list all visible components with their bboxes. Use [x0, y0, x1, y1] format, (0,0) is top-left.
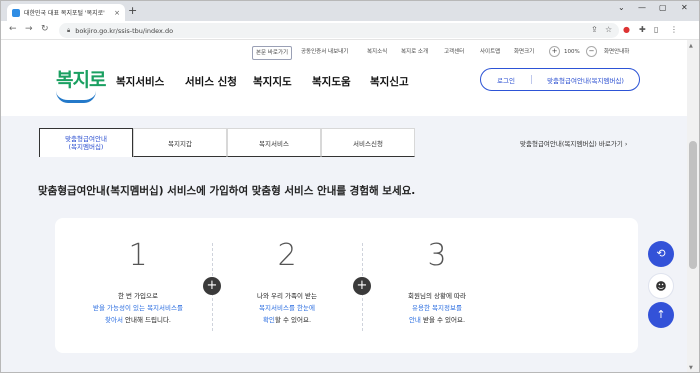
- lock-icon: 🔒︎: [67, 26, 71, 34]
- step-number: 3: [427, 238, 447, 273]
- step-text-highlight: 받을 가능성이 있는 복지서비스를: [93, 304, 183, 312]
- address-bar[interactable]: 🔒︎ bokjiro.go.kr/ssis-tbu/index.do: [59, 23, 619, 38]
- plus-icon: +: [353, 277, 371, 295]
- tab-membership[interactable]: 맞춤형급여안내 (복지멤버십): [39, 128, 133, 157]
- step-text-highlight: 유용한 복지정보를: [412, 304, 462, 312]
- url-text: bokjiro.go.kr/ssis-tbu/index.do: [75, 26, 174, 35]
- step-text: 확인할 수 있어요.: [207, 315, 367, 326]
- minimize-button[interactable]: —: [638, 3, 646, 12]
- skip-to-content-link[interactable]: 본문 바로가기: [252, 46, 293, 60]
- browser-tab[interactable]: 대한민국 대표 복지포털 '복지로' ×: [7, 4, 125, 21]
- logo-smile-mark: [56, 91, 96, 103]
- sitemap-link[interactable]: 사이트맵: [480, 46, 500, 58]
- plus-icon: +: [203, 277, 221, 295]
- new-tab-button[interactable]: +: [128, 4, 137, 18]
- screen-size-label: 화면크기: [514, 49, 535, 55]
- scroll-down-arrow-icon[interactable]: ▼: [689, 365, 693, 371]
- scroll-up-arrow-icon[interactable]: ▲: [689, 43, 693, 49]
- tab-service-apply[interactable]: 서비스신청: [321, 128, 415, 157]
- extension-icon[interactable]: ●: [623, 25, 630, 34]
- gnb-welfare-map[interactable]: 복지지도: [253, 74, 292, 89]
- reload-icon[interactable]: ↻: [41, 24, 49, 34]
- maximize-button[interactable]: ▢: [659, 3, 667, 12]
- about-link[interactable]: 복지로 소개: [401, 46, 428, 58]
- gnb-welfare-service[interactable]: 복지서비스: [116, 74, 164, 89]
- tab-strip: 대한민국 대표 복지포털 '복지로' × + ⌄ — ▢ ✕: [1, 1, 699, 21]
- membership-shortcut-link[interactable]: 맞춤형급여안내(복지멤버십) 바로가기 ›: [520, 138, 627, 148]
- tab-welfare-service[interactable]: 복지서비스: [227, 128, 321, 157]
- sidepanel-icon[interactable]: ▯: [654, 25, 658, 34]
- tab-search-icon[interactable]: ⌄: [618, 3, 625, 12]
- gnb-service-apply[interactable]: 서비스 신청: [185, 74, 237, 89]
- scroll-top-button[interactable]: ↑: [648, 302, 674, 328]
- login-button[interactable]: 로그인: [481, 75, 531, 85]
- forward-arrow-icon[interactable]: →: [25, 24, 33, 34]
- tab-membership-line1: 맞춤형급여안내: [65, 135, 107, 143]
- browser-window: 대한민국 대표 복지포털 '복지로' × + ⌄ — ▢ ✕ ← → ↻ 🔒︎ …: [0, 0, 700, 373]
- gnb-welfare-report[interactable]: 복지신고: [370, 74, 409, 89]
- share-icon[interactable]: ⇪: [591, 25, 598, 34]
- zoom-reset-link[interactable]: 화면안내하: [604, 46, 629, 58]
- zoom-level: 100%: [564, 49, 580, 55]
- step-text-highlight: 안내: [408, 316, 421, 324]
- mascot-icon: ☻: [655, 280, 667, 293]
- step-text-highlight: 확인: [262, 316, 275, 324]
- zoom-in-button[interactable]: +: [549, 46, 560, 57]
- back-arrow-icon[interactable]: ←: [9, 24, 17, 34]
- membership-button[interactable]: 맞춤형급여안내(복지멤버십): [532, 75, 639, 85]
- menu-dots-icon[interactable]: ⋮: [670, 25, 678, 34]
- puzzle-icon[interactable]: ✚: [639, 25, 646, 34]
- site-favicon-icon: [12, 8, 20, 17]
- step-text: 한 번 가입으로: [117, 292, 158, 300]
- site-logo[interactable]: 복지로: [56, 65, 106, 92]
- zoom-out-button[interactable]: −: [586, 46, 597, 57]
- gnb-welfare-help[interactable]: 복지도움: [312, 74, 351, 89]
- history-icon: ⟲: [656, 247, 666, 260]
- tab-close-icon[interactable]: ×: [114, 9, 120, 17]
- history-button[interactable]: ⟲: [648, 241, 674, 267]
- step-text-rest: 할 수 있어요.: [274, 316, 312, 324]
- step-text: 나와 우리 가족이 받는: [256, 292, 318, 300]
- close-window-button[interactable]: ✕: [681, 3, 688, 12]
- step-text-highlight: 복지서비스를 한눈에: [259, 304, 315, 312]
- step-text-rest: 안내해 드립니다.: [122, 316, 171, 324]
- tab-membership-line2: (복지멤버십): [68, 143, 104, 151]
- member-box: 로그인 맞춤형급여안내(복지멤버십): [480, 68, 640, 91]
- browser-toolbar: ← → ↻ 🔒︎ bokjiro.go.kr/ssis-tbu/index.do…: [1, 21, 699, 40]
- arrow-up-icon: ↑: [656, 308, 666, 321]
- step-text-rest: 받을 수 있어요.: [420, 316, 466, 324]
- step-text-highlight: 찾아서: [104, 316, 123, 324]
- chatbot-button[interactable]: ☻: [648, 273, 674, 299]
- step-text: 회원님의 상황에 따라: [408, 292, 466, 300]
- page-headline: 맞춤형급여안내(복지멤버십) 서비스에 가입하여 맞춤형 서비스 안내를 경험해…: [38, 185, 416, 197]
- tab-welfare-wallet[interactable]: 복지지갑: [133, 128, 227, 157]
- customer-center-link[interactable]: 고객센터: [444, 46, 464, 58]
- step-text: 안내 받을 수 있어요.: [357, 315, 517, 326]
- step-number: 2: [277, 238, 297, 273]
- tab-title: 대한민국 대표 복지포털 '복지로': [24, 10, 105, 17]
- news-link[interactable]: 복지소식: [367, 46, 387, 58]
- step-number: 1: [128, 238, 148, 273]
- scrollbar-thumb[interactable]: [689, 141, 697, 269]
- cert-export-link[interactable]: 공동인증서 내보내기: [301, 46, 348, 58]
- bookmark-star-icon[interactable]: ☆: [605, 25, 612, 34]
- step-text: 찾아서 안내해 드립니다.: [58, 315, 218, 326]
